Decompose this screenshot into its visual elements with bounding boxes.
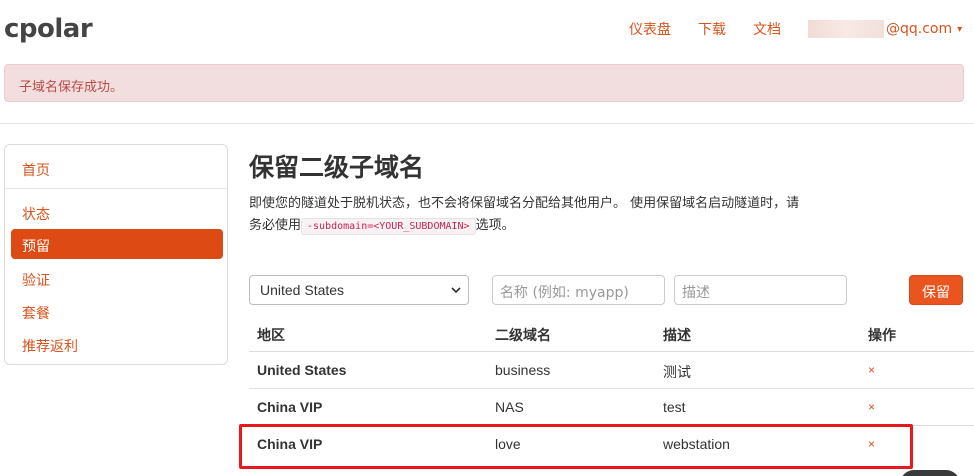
reserve-button[interactable]: 保留 — [909, 275, 963, 305]
delete-icon[interactable]: × — [868, 363, 875, 377]
row-description: test — [663, 399, 686, 415]
name-input[interactable]: 名称 (例如: myapp) — [492, 275, 665, 305]
region-select-value: United States — [260, 282, 345, 298]
chevron-down-icon — [450, 281, 462, 302]
sidebar-item-plan[interactable]: 套餐 — [11, 296, 223, 326]
col-header-action: 操作 — [868, 328, 896, 344]
sidebar-item-reserved[interactable]: 预留 — [11, 229, 223, 259]
sidebar-item-referral[interactable]: 推荐返利 — [11, 329, 223, 359]
corner-widget — [900, 470, 960, 476]
highlight-box — [239, 424, 913, 469]
nav-download[interactable]: 下载 — [698, 19, 726, 39]
page-title: 保留二级子域名 — [249, 153, 425, 182]
sidebar-item-verify[interactable]: 验证 — [11, 263, 223, 293]
sidebar: 首页 状态 预留 验证 套餐 推荐返利 — [4, 144, 228, 365]
sidebar-item-status[interactable]: 状态 — [11, 197, 223, 227]
region-select[interactable]: United States — [249, 275, 469, 305]
row-divider — [249, 388, 974, 389]
subdomain-code: -subdomain=<YOUR_SUBDOMAIN> — [301, 218, 476, 235]
row-subdomain: business — [495, 362, 551, 378]
row-description: 测试 — [663, 364, 691, 380]
row-region: China VIP — [257, 399, 323, 415]
row-subdomain: NAS — [495, 399, 524, 415]
col-header-region: 地区 — [257, 328, 285, 344]
sidebar-item-home[interactable]: 首页 — [11, 153, 223, 183]
user-email: @qq.com — [886, 21, 953, 37]
delete-icon[interactable]: × — [868, 400, 875, 414]
redacted-username — [808, 20, 884, 38]
row-region: United States — [257, 362, 347, 378]
nav-dashboard[interactable]: 仪表盘 — [629, 19, 671, 39]
col-header-subdomain: 二级域名 — [495, 328, 551, 344]
header-divider — [0, 123, 974, 124]
user-menu[interactable]: @qq.com ▾ — [808, 20, 962, 38]
top-nav: 仪表盘 下载 文档 @qq.com ▾ — [629, 19, 962, 39]
sidebar-divider — [5, 188, 227, 189]
table-header-line — [249, 351, 974, 352]
alert-text: 子域名保存成功。 — [19, 80, 124, 95]
desc-text-2: 选项。 — [475, 218, 515, 233]
page-description: 即使您的隧道处于脱机状态，也不会将保留域名分配给其他用户。 使用保留域名启动隧道… — [249, 193, 809, 238]
description-input[interactable]: 描述 — [674, 275, 847, 305]
caret-down-icon: ▾ — [957, 23, 963, 35]
success-alert: 子域名保存成功。 — [4, 64, 964, 102]
nav-docs[interactable]: 文档 — [753, 19, 781, 39]
cpolar-logo[interactable]: cpolar — [4, 14, 93, 44]
col-header-description: 描述 — [663, 328, 691, 344]
